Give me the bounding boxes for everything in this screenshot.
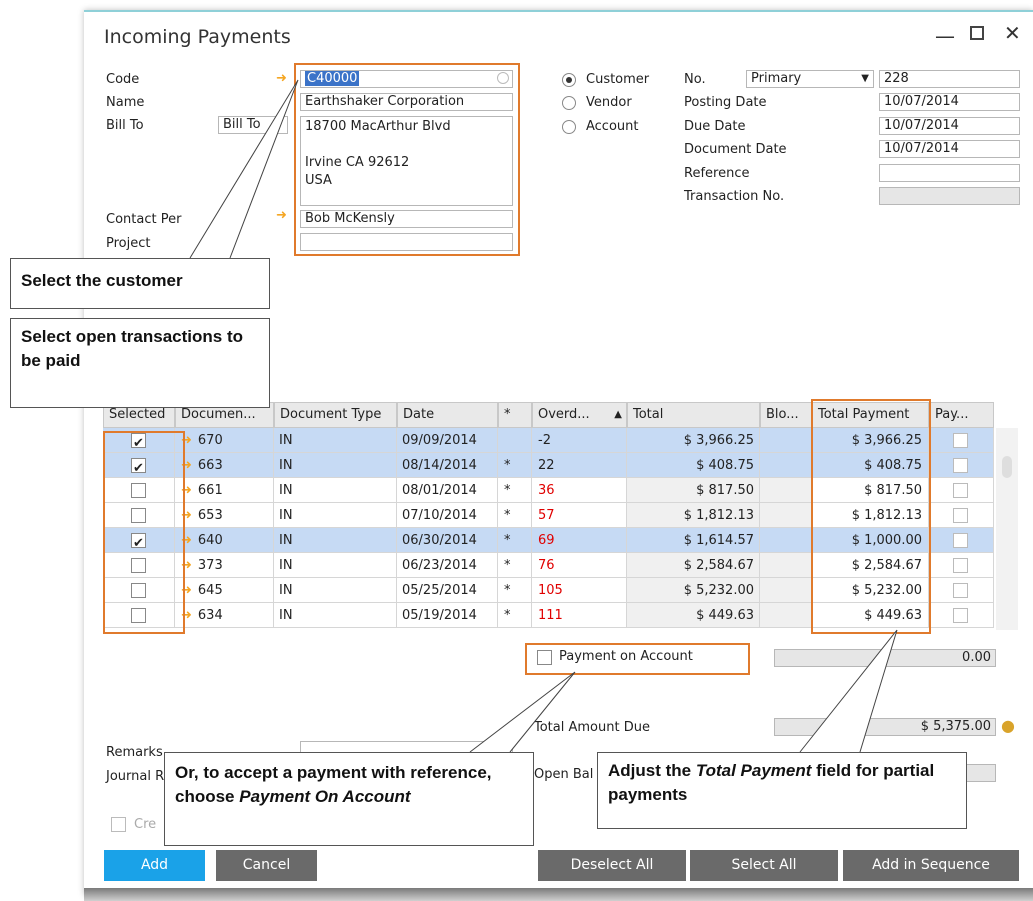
adjust-total-payment-callout: Adjust the Total Payment field for parti… bbox=[597, 752, 967, 829]
select-customer-callout: Select the customer bbox=[10, 258, 270, 309]
payment-on-account-callout: Or, to accept a payment with reference, … bbox=[164, 752, 534, 846]
customer-callout-pointer bbox=[189, 79, 299, 259]
adjust-callout-text-1: Adjust the bbox=[608, 761, 696, 780]
payment-on-account-callout-emphasis: Payment On Account bbox=[239, 787, 411, 806]
total-payment-callout-pointer bbox=[799, 629, 898, 753]
adjust-callout-emphasis: Total Payment bbox=[695, 761, 812, 780]
payment-on-account-callout-pointer bbox=[469, 671, 576, 753]
select-open-transactions-callout: Select open transactions to be paid bbox=[10, 318, 270, 408]
